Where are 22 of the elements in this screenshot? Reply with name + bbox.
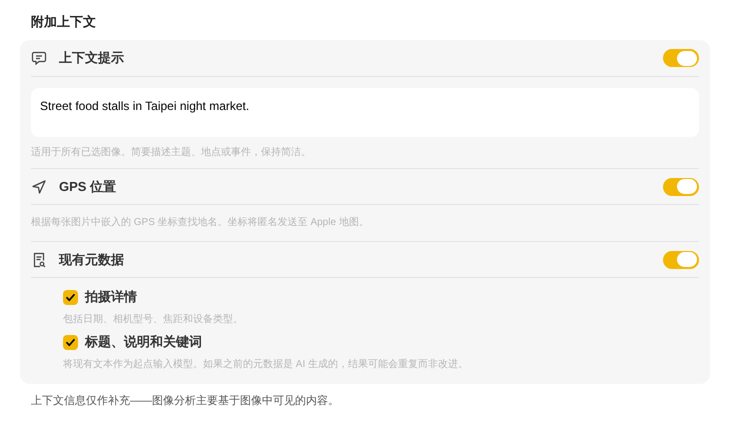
section-heading: 附加上下文 bbox=[30, 13, 96, 31]
checkbox[interactable] bbox=[63, 334, 78, 350]
speech-bubble-icon bbox=[31, 50, 47, 66]
setting-title: 上下文提示 bbox=[59, 49, 124, 68]
setting-title: GPS 位置 bbox=[59, 178, 116, 196]
checkbox-label: 拍摄详情 bbox=[85, 288, 137, 306]
toggle-switch[interactable] bbox=[663, 49, 699, 67]
footer-note: 上下文信息仅作补充——图像分析主要基于图像中可见的内容。 bbox=[30, 394, 339, 409]
document-search-icon bbox=[31, 252, 47, 268]
checkbox-label: 标题、说明和关键词 bbox=[85, 333, 202, 352]
context-input-field[interactable]: Street food stalls in Taipei night market. bbox=[31, 88, 699, 137]
setting-title: 现有元数据 bbox=[59, 250, 124, 269]
toggle-switch[interactable] bbox=[663, 250, 699, 268]
hint-text: 包括日期、相机型号、焦距和设备类型。 bbox=[63, 312, 243, 327]
hint-text: 适用于所有已选图像。简要描述主题、地点或事件，保持简洁。 bbox=[31, 146, 311, 160]
hint-text: 将现有文本作为起点输入模型。如果之前的元数据是 AI 生成的，结果可能会重复而非改进。 bbox=[63, 358, 468, 372]
checkbox[interactable] bbox=[63, 290, 78, 304]
toggle-switch[interactable] bbox=[663, 178, 699, 196]
location-arrow-icon bbox=[31, 178, 47, 194]
checkmark-icon bbox=[65, 292, 76, 302]
hint-text: 根据每张图片中嵌入的 GPS 坐标查找地名。坐标将匿名发送至 Apple 地图。 bbox=[31, 216, 369, 230]
checkmark-icon bbox=[65, 336, 76, 348]
